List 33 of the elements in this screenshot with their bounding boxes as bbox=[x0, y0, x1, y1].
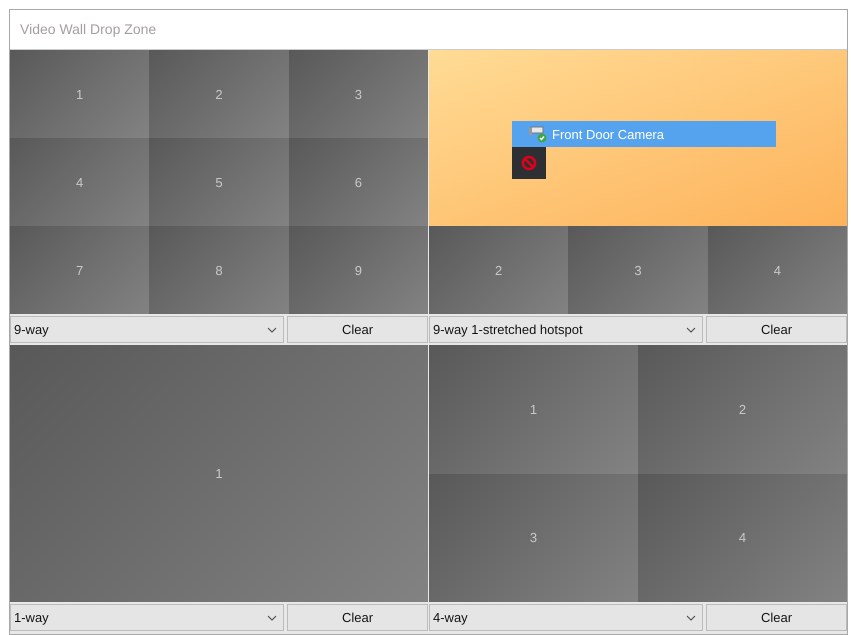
video-tile: 4 bbox=[638, 474, 847, 602]
video-tile: 4 bbox=[708, 226, 847, 314]
video-tile: 6 bbox=[288, 138, 428, 226]
layout-dropdown[interactable]: 1-way bbox=[10, 604, 284, 631]
no-drop-icon bbox=[512, 147, 546, 179]
clear-button[interactable]: Clear bbox=[706, 316, 847, 343]
layout-dropdown[interactable]: 9-way bbox=[10, 316, 284, 343]
video-tile: 3 bbox=[568, 226, 708, 314]
video-tile: 3 bbox=[288, 50, 428, 138]
caret-icon bbox=[686, 326, 696, 332]
clear-button[interactable]: Clear bbox=[706, 604, 847, 631]
video-tile: 9 bbox=[288, 226, 428, 314]
layout-dropdown[interactable]: 9-way 1-stretched hotspot bbox=[429, 316, 703, 343]
video-tile: 2 bbox=[638, 345, 847, 474]
video-tile: 5 bbox=[149, 138, 289, 226]
window-title: Video Wall Drop Zone bbox=[10, 10, 847, 50]
video-tile: 7 bbox=[10, 226, 150, 314]
caret-icon bbox=[686, 614, 696, 620]
clear-button[interactable]: Clear bbox=[287, 316, 428, 343]
video-tile: 1 bbox=[10, 50, 150, 138]
caret-icon bbox=[267, 326, 277, 332]
video-tile: 3 bbox=[429, 474, 638, 602]
camera-icon bbox=[528, 125, 548, 143]
layout-dropdown[interactable]: 4-way bbox=[429, 604, 703, 631]
video-tile: 2 bbox=[429, 226, 568, 314]
video-tile: 1 bbox=[429, 345, 638, 474]
video-tile: 2 bbox=[149, 50, 289, 138]
video-tile: 1 bbox=[10, 345, 428, 602]
video-tile: 4 bbox=[10, 138, 150, 226]
dragged-camera-item: Front Door Camera bbox=[512, 121, 776, 147]
caret-icon bbox=[267, 614, 277, 620]
clear-button[interactable]: Clear bbox=[287, 604, 428, 631]
video-tile: 8 bbox=[149, 226, 289, 314]
